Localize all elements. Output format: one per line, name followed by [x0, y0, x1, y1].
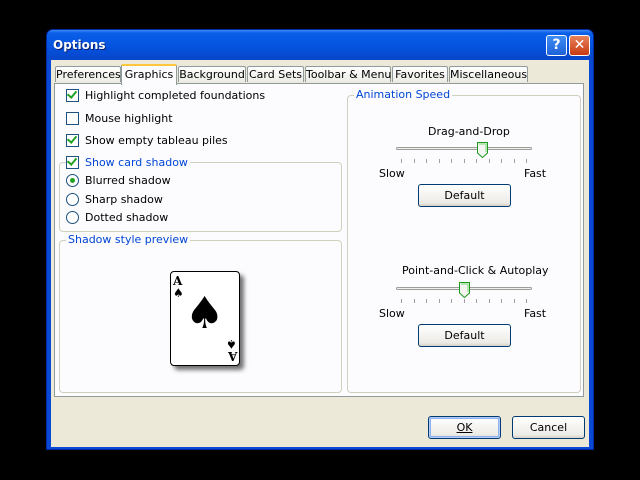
- slider-tick: [426, 299, 427, 303]
- tab-label: Graphics: [124, 68, 174, 81]
- drag-drop-slider[interactable]: [396, 142, 532, 164]
- slider-thumb[interactable]: [458, 282, 470, 299]
- slow-label: Slow: [379, 167, 405, 180]
- point-click-slider[interactable]: [396, 282, 532, 304]
- help-button[interactable]: ?: [546, 35, 567, 56]
- shadow-preview-group: Shadow style preview A ♠ ♠ ♠ A: [59, 233, 342, 393]
- options-dialog: Options ? ✕ Preferences Graphics Backgro…: [46, 29, 594, 450]
- graphics-tab-page: Highlight completed foundations Mouse hi…: [54, 83, 584, 397]
- slider-tick: [501, 299, 502, 303]
- checkbox-box: [66, 112, 79, 125]
- checkbox-label: Show card shadow: [85, 156, 188, 169]
- radio-label: Dotted shadow: [85, 211, 169, 224]
- slider-tick: [513, 159, 515, 163]
- tab-label: Background: [179, 68, 245, 81]
- button-label: Default: [444, 329, 485, 342]
- slider-tick: [401, 299, 402, 303]
- slider-tick: [476, 299, 477, 303]
- window-title: Options: [53, 38, 106, 52]
- checkbox-box: [66, 88, 79, 102]
- radio-label: Sharp shadow: [85, 193, 163, 206]
- point-click-default-button[interactable]: Default: [418, 324, 511, 347]
- check-icon: [66, 133, 78, 144]
- slider-tick: [451, 299, 452, 303]
- slider-tick: [451, 159, 452, 163]
- card-corner-rank: A: [227, 349, 237, 363]
- tab-preferences[interactable]: Preferences: [55, 66, 121, 82]
- point-click-label: Point-and-Click & Autoplay: [402, 264, 549, 277]
- fast-label: Fast: [524, 307, 547, 320]
- slider-tick: [426, 159, 427, 163]
- checkbox-label: Show empty tableau piles: [85, 134, 228, 147]
- radio-dot: [70, 178, 75, 183]
- tab-label: Card Sets: [248, 68, 303, 81]
- tab-label: Favorites: [395, 68, 445, 81]
- slider-tick: [526, 159, 527, 163]
- show-empty-piles-checkbox[interactable]: Show empty tableau piles: [66, 133, 228, 147]
- close-icon: ✕: [573, 37, 586, 53]
- close-button[interactable]: ✕: [569, 35, 590, 56]
- radio-circle: [66, 193, 79, 206]
- tab-label: Miscellaneous: [450, 68, 528, 81]
- tab-favorites[interactable]: Favorites: [392, 66, 448, 82]
- drag-drop-default-button[interactable]: Default: [418, 184, 511, 207]
- tab-card-sets[interactable]: Card Sets: [247, 66, 304, 82]
- radio-circle: [66, 211, 79, 224]
- slider-track: [396, 147, 532, 150]
- radio-circle: [66, 174, 79, 187]
- tab-toolbar-menu[interactable]: Toolbar & Menu: [305, 66, 391, 82]
- slider-tick: [488, 159, 490, 163]
- ace-of-spades-card: A ♠ ♠ ♠ A: [170, 271, 240, 366]
- title-bar[interactable]: Options ? ✕: [47, 30, 593, 60]
- slider-tick: [413, 299, 415, 303]
- slider-tick: [488, 299, 490, 303]
- slider-tick: [438, 159, 440, 163]
- tab-label: Preferences: [56, 68, 121, 81]
- group-title: Animation Speed: [354, 88, 453, 101]
- spade-icon: ♠: [185, 288, 225, 339]
- checkbox-label: Mouse highlight: [85, 112, 173, 125]
- highlight-foundations-checkbox[interactable]: Highlight completed foundations: [66, 88, 266, 102]
- group-title: Shadow style preview: [66, 233, 191, 246]
- slow-label: Slow: [379, 307, 405, 320]
- slider-tick: [438, 299, 440, 303]
- help-icon: ?: [552, 37, 561, 53]
- blurred-shadow-radio[interactable]: Blurred shadow: [66, 174, 171, 187]
- slider-tick: [513, 299, 515, 303]
- ok-button[interactable]: OK: [428, 416, 501, 439]
- show-card-shadow-checkbox[interactable]: Show card shadow: [66, 155, 190, 169]
- button-label: Default: [444, 189, 485, 202]
- checkbox-box: [66, 133, 79, 147]
- spade-icon: ♠: [173, 286, 184, 300]
- animation-speed-group: Animation Speed Drag-and-Drop Slow Fast …: [347, 88, 581, 393]
- slider-tick: [476, 159, 477, 163]
- checkbox-label: Highlight completed foundations: [85, 89, 266, 102]
- dialog-client: Preferences Graphics Background Card Set…: [51, 60, 589, 447]
- radio-label: Blurred shadow: [85, 174, 171, 187]
- tab-graphics[interactable]: Graphics: [121, 64, 177, 85]
- slider-tick: [501, 159, 502, 163]
- tab-background[interactable]: Background: [178, 66, 246, 82]
- tab-label: Toolbar & Menu: [306, 68, 392, 81]
- sharp-shadow-radio[interactable]: Sharp shadow: [66, 193, 163, 206]
- slider-thumb[interactable]: [477, 142, 489, 159]
- slider-tick: [413, 159, 415, 163]
- card-shadow-group: Show card shadow Blurred shadow Sharp sh…: [59, 155, 342, 232]
- tab-miscellaneous[interactable]: Miscellaneous: [449, 66, 528, 82]
- dotted-shadow-radio[interactable]: Dotted shadow: [66, 211, 168, 224]
- slider-tick: [463, 299, 465, 303]
- cancel-button[interactable]: Cancel: [512, 416, 585, 439]
- button-label: OK: [456, 421, 473, 434]
- slider-tick: [526, 299, 527, 303]
- slider-tick: [463, 159, 465, 163]
- button-label: Cancel: [529, 421, 568, 434]
- slider-tick: [401, 159, 402, 163]
- checkbox-box: [66, 155, 79, 169]
- drag-drop-label: Drag-and-Drop: [428, 125, 510, 138]
- check-icon: [66, 88, 78, 99]
- fast-label: Fast: [524, 167, 547, 180]
- check-icon: [66, 155, 78, 166]
- mouse-highlight-checkbox[interactable]: Mouse highlight: [66, 112, 173, 125]
